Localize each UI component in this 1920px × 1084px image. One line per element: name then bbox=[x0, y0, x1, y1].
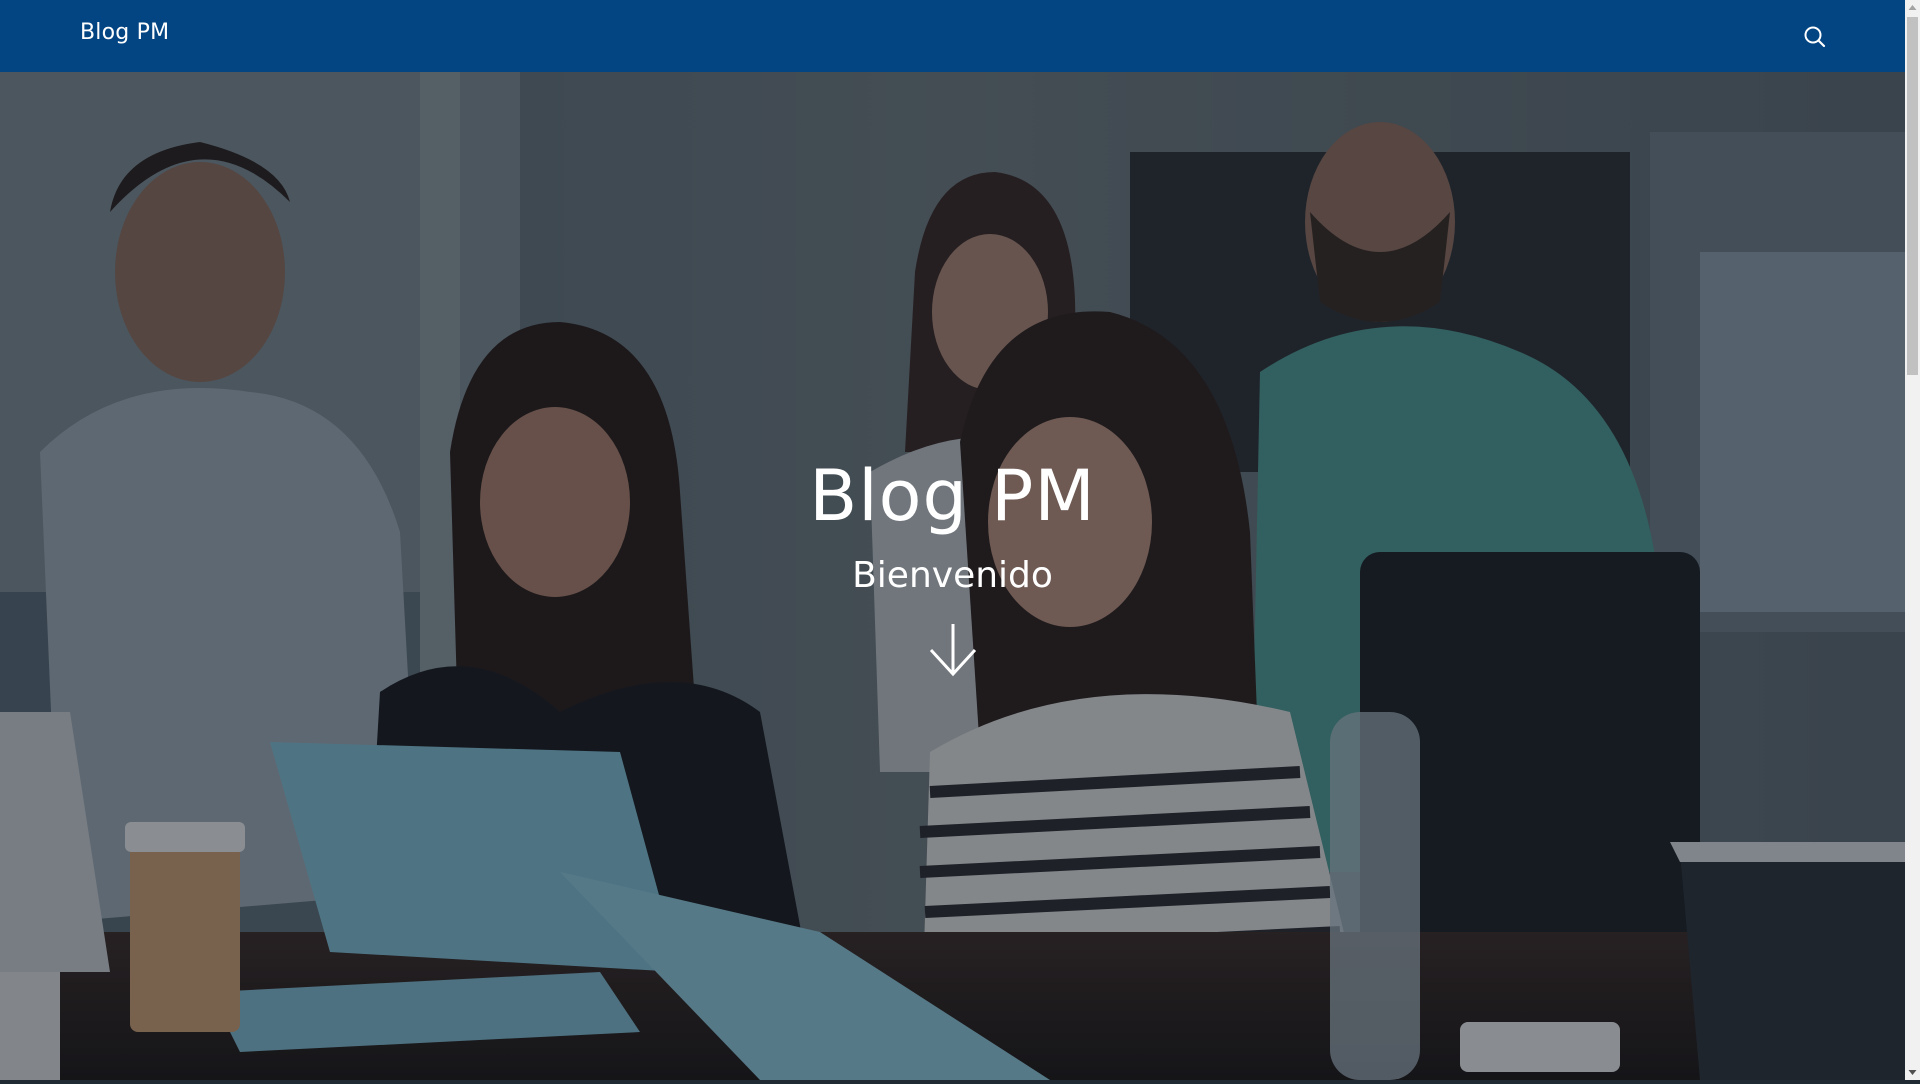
hero-subtitle: Bienvenido bbox=[852, 555, 1053, 596]
search-icon bbox=[1804, 26, 1826, 48]
hero-title: Blog PM bbox=[809, 455, 1096, 537]
top-navbar: Blog PM bbox=[0, 0, 1905, 72]
page: Blog PM Blog PM Bienvenido bbox=[0, 0, 1905, 1080]
scrollbar-thumb[interactable] bbox=[1907, 17, 1918, 375]
scroll-down-button[interactable] bbox=[928, 620, 978, 680]
triangle-up-icon bbox=[1908, 5, 1917, 10]
triangle-down-icon bbox=[1908, 1070, 1917, 1075]
site-brand-link[interactable]: Blog PM bbox=[80, 20, 169, 45]
scrollbar-down-button[interactable] bbox=[1905, 1065, 1920, 1080]
scrollbar-up-button[interactable] bbox=[1905, 0, 1920, 15]
vertical-scrollbar[interactable] bbox=[1905, 0, 1920, 1080]
hero-section: Blog PM Bienvenido bbox=[0, 72, 1905, 1080]
arrow-down-icon bbox=[929, 624, 977, 677]
search-button[interactable] bbox=[1800, 22, 1830, 52]
